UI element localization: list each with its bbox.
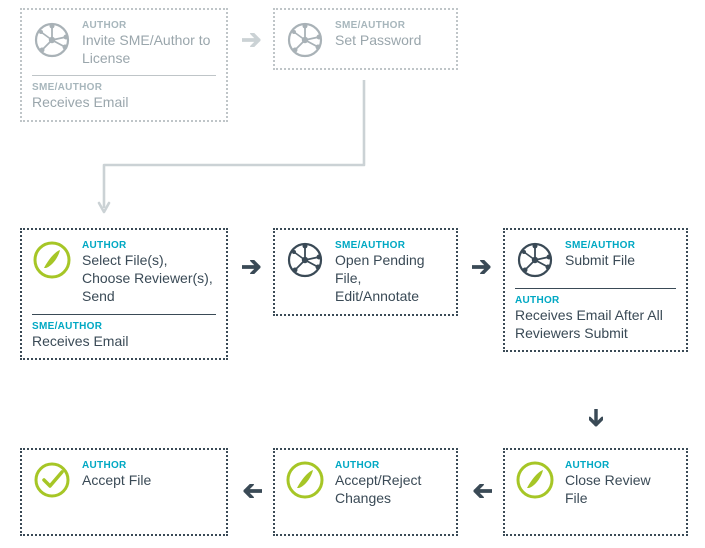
card-text: SME/AUTHOR Open Pending File, Edit/Annot… <box>335 240 446 306</box>
box-close-review: AUTHOR Close Review File <box>503 448 688 536</box>
role-label: SME/AUTHOR <box>565 240 676 251</box>
box-submit-file: SME/AUTHOR Submit File AUTHOR Receives E… <box>503 228 688 352</box>
role-label: AUTHOR <box>335 460 446 471</box>
sub-text: Receives Email <box>32 332 216 350</box>
card-body: AUTHOR Accept/Reject Changes <box>285 460 446 507</box>
card-body: AUTHOR Invite SME/Author to License <box>32 20 216 67</box>
connector-elbow-icon <box>96 80 371 225</box>
arrow-right-icon <box>467 260 497 274</box>
arrow-down-icon <box>588 405 604 435</box>
card-title: Accept/Reject Changes <box>335 471 446 507</box>
card-title: Select File(s), Choose Reviewer(s), Send <box>82 251 216 306</box>
card-text: AUTHOR Select File(s), Choose Reviewer(s… <box>82 240 216 306</box>
box-select-files: AUTHOR Select File(s), Choose Reviewer(s… <box>20 228 228 360</box>
arrow-right-icon <box>237 260 267 274</box>
card-title: Submit File <box>565 251 676 269</box>
card-body: AUTHOR Close Review File <box>515 460 676 507</box>
arrow-left-icon <box>237 484 267 498</box>
role-label: AUTHOR <box>565 460 676 471</box>
card-title: Set Password <box>335 31 446 49</box>
card-body: SME/AUTHOR Set Password <box>285 20 446 60</box>
divider <box>32 75 216 76</box>
feather-icon <box>32 240 72 280</box>
role-label: AUTHOR <box>82 20 216 31</box>
card-body: AUTHOR Accept File <box>32 460 216 500</box>
check-icon <box>32 460 72 500</box>
role-label: AUTHOR <box>82 240 216 251</box>
feather-icon <box>285 460 325 500</box>
card-text: AUTHOR Close Review File <box>565 460 676 507</box>
card-title: Invite SME/Author to License <box>82 31 216 67</box>
arrow-right-icon <box>237 32 267 48</box>
card-title: Accept File <box>82 471 216 489</box>
card-text: AUTHOR Invite SME/Author to License <box>82 20 216 67</box>
box-accept-file: AUTHOR Accept File <box>20 448 228 536</box>
divider <box>32 314 216 315</box>
card-body: SME/AUTHOR Submit File <box>515 240 676 280</box>
role-label: AUTHOR <box>515 295 676 306</box>
network-icon <box>285 20 325 60</box>
network-icon <box>515 240 555 280</box>
box-open-pending: SME/AUTHOR Open Pending File, Edit/Annot… <box>273 228 458 316</box>
card-text: SME/AUTHOR Set Password <box>335 20 446 49</box>
divider <box>515 288 676 289</box>
role-label: SME/AUTHOR <box>335 20 446 31</box>
card-text: SME/AUTHOR Submit File <box>565 240 676 269</box>
card-text: AUTHOR Accept File <box>82 460 216 489</box>
role-label: AUTHOR <box>82 460 216 471</box>
network-icon <box>32 20 72 60</box>
card-title: Open Pending File, Edit/Annotate <box>335 251 446 306</box>
feather-icon <box>515 460 555 500</box>
card-title: Close Review File <box>565 471 676 507</box>
arrow-left-icon <box>467 484 497 498</box>
card-body: SME/AUTHOR Open Pending File, Edit/Annot… <box>285 240 446 306</box>
role-label: SME/AUTHOR <box>335 240 446 251</box>
network-icon <box>285 240 325 280</box>
box-accept-reject: AUTHOR Accept/Reject Changes <box>273 448 458 536</box>
box-set-password: SME/AUTHOR Set Password <box>273 8 458 70</box>
card-text: AUTHOR Accept/Reject Changes <box>335 460 446 507</box>
card-body: AUTHOR Select File(s), Choose Reviewer(s… <box>32 240 216 306</box>
sub-text: Receives Email After All Reviewers Submi… <box>515 306 676 342</box>
role-label: SME/AUTHOR <box>32 321 216 332</box>
